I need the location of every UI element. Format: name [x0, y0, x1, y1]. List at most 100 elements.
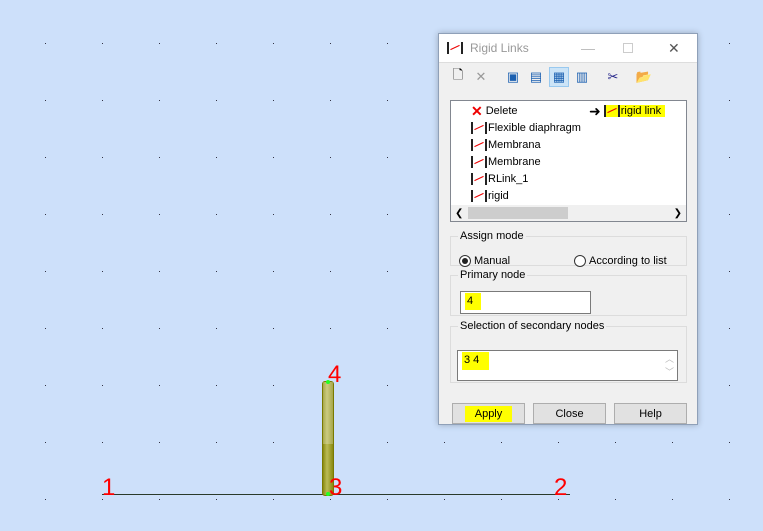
- grid-dot: [729, 157, 730, 158]
- list-item[interactable]: Membrana: [471, 137, 541, 153]
- scrollbar-thumb[interactable]: [468, 207, 568, 219]
- grid-dot: [330, 100, 331, 101]
- grid-dot: [159, 271, 160, 272]
- grid-dot: [387, 43, 388, 44]
- grid-dot: [330, 157, 331, 158]
- grid-dot: [387, 328, 388, 329]
- manual-radio[interactable]: Manual: [459, 255, 510, 268]
- grid-dot: [672, 499, 673, 500]
- grid-dot: [444, 499, 445, 500]
- grid-dot: [387, 214, 388, 215]
- grid-dot: [102, 328, 103, 329]
- secondary-nodes-group: Selection of secondary nodes 3 4 ︿ ﹀: [450, 320, 687, 383]
- grid-dot: [387, 100, 388, 101]
- grid-dot: [216, 385, 217, 386]
- list-item[interactable]: RLink_1: [471, 171, 528, 187]
- grid-dot: [273, 499, 274, 500]
- according-to-list-radio[interactable]: According to list: [574, 255, 667, 268]
- horizontal-scrollbar[interactable]: ❮ ❯: [451, 205, 686, 221]
- grid-dot: [387, 499, 388, 500]
- secondary-nodes-label: Selection of secondary nodes: [460, 320, 605, 332]
- link-icon: [471, 190, 487, 202]
- grid-dot: [273, 43, 274, 44]
- grid-dot: [159, 157, 160, 158]
- grid-dot: [501, 442, 502, 443]
- link-type-list[interactable]: ✕ Delete Flexible diaphragm Membrana Memb…: [450, 100, 687, 222]
- list-item-delete[interactable]: ✕ Delete: [471, 103, 518, 119]
- grid-dot: [273, 271, 274, 272]
- assign-mode-group: Assign mode Manual According to list: [450, 230, 687, 268]
- grid-dot: [330, 214, 331, 215]
- grid-dot: [273, 328, 274, 329]
- grid-dot: [159, 214, 160, 215]
- grid-dot: [273, 214, 274, 215]
- grid-dot: [387, 385, 388, 386]
- grid-dot: [159, 499, 160, 500]
- grid-dot: [729, 100, 730, 101]
- link-icon: [471, 173, 487, 185]
- view4-icon[interactable]: ▥: [572, 67, 592, 87]
- grid-dot: [330, 43, 331, 44]
- list-item[interactable]: Membrane: [471, 154, 541, 170]
- grid-dot: [615, 442, 616, 443]
- close-window-button[interactable]: ✕: [668, 40, 680, 57]
- grid-dot: [216, 442, 217, 443]
- grid-dot: [159, 328, 160, 329]
- grid-dot: [387, 157, 388, 158]
- view2-icon[interactable]: ▤: [526, 67, 546, 87]
- grid-dot: [216, 271, 217, 272]
- grid-dot: [216, 100, 217, 101]
- grid-dot: [45, 100, 46, 101]
- grid-dot: [102, 43, 103, 44]
- maximize-button[interactable]: [623, 43, 633, 53]
- title-bar[interactable]: Rigid Links — ✕: [439, 34, 697, 63]
- list-item[interactable]: rigid: [471, 188, 509, 204]
- grid-dot: [444, 442, 445, 443]
- primary-node-group: Primary node 4: [450, 269, 687, 316]
- grid-dot: [102, 157, 103, 158]
- rigid-link-app-icon: [447, 42, 463, 54]
- close-button[interactable]: Close: [533, 403, 606, 424]
- grid-dot: [729, 214, 730, 215]
- grid-dot: [729, 385, 730, 386]
- grid-dot: [45, 157, 46, 158]
- minimize-button[interactable]: —: [581, 40, 595, 56]
- new-icon[interactable]: 🗋: [448, 67, 468, 87]
- spin-down-icon[interactable]: ﹀: [665, 365, 674, 378]
- grid-dot: [45, 499, 46, 500]
- current-link-item[interactable]: ➜ rigid link: [589, 103, 666, 119]
- grid-dot: [45, 214, 46, 215]
- grid-dot: [216, 43, 217, 44]
- grid-dot: [45, 385, 46, 386]
- grid-dot: [102, 271, 103, 272]
- link-icon: [471, 139, 487, 151]
- scroll-right-icon[interactable]: ❯: [674, 208, 682, 219]
- apply-button[interactable]: Apply: [452, 403, 525, 424]
- node-label-4: 4: [328, 361, 342, 388]
- primary-node-input[interactable]: 4: [460, 291, 591, 314]
- open-folder-icon[interactable]: 📂: [634, 67, 654, 87]
- grid-dot: [102, 385, 103, 386]
- grid-dot: [45, 271, 46, 272]
- grid-dot: [216, 157, 217, 158]
- delete-icon[interactable]: ✕: [471, 67, 491, 87]
- grid-dot: [672, 442, 673, 443]
- grid-dot: [729, 43, 730, 44]
- link-icon: [603, 105, 620, 117]
- view3-icon[interactable]: ▦: [549, 67, 569, 87]
- grid-dot: [273, 157, 274, 158]
- grid-dot: [729, 328, 730, 329]
- view1-icon[interactable]: ▣: [503, 67, 523, 87]
- list-item[interactable]: Flexible diaphragm: [471, 120, 581, 136]
- scroll-left-icon[interactable]: ❮: [455, 208, 463, 219]
- grid-dot: [273, 100, 274, 101]
- help-button[interactable]: Help: [614, 403, 687, 424]
- grid-dot: [729, 442, 730, 443]
- grid-dot: [102, 214, 103, 215]
- spin-up-icon[interactable]: ︿: [665, 352, 674, 365]
- grid-dot: [102, 442, 103, 443]
- secondary-nodes-input[interactable]: 3 4 ︿ ﹀: [457, 350, 678, 381]
- scissors-icon[interactable]: ✂: [603, 67, 623, 87]
- link-icon: [471, 122, 487, 134]
- grid-dot: [273, 442, 274, 443]
